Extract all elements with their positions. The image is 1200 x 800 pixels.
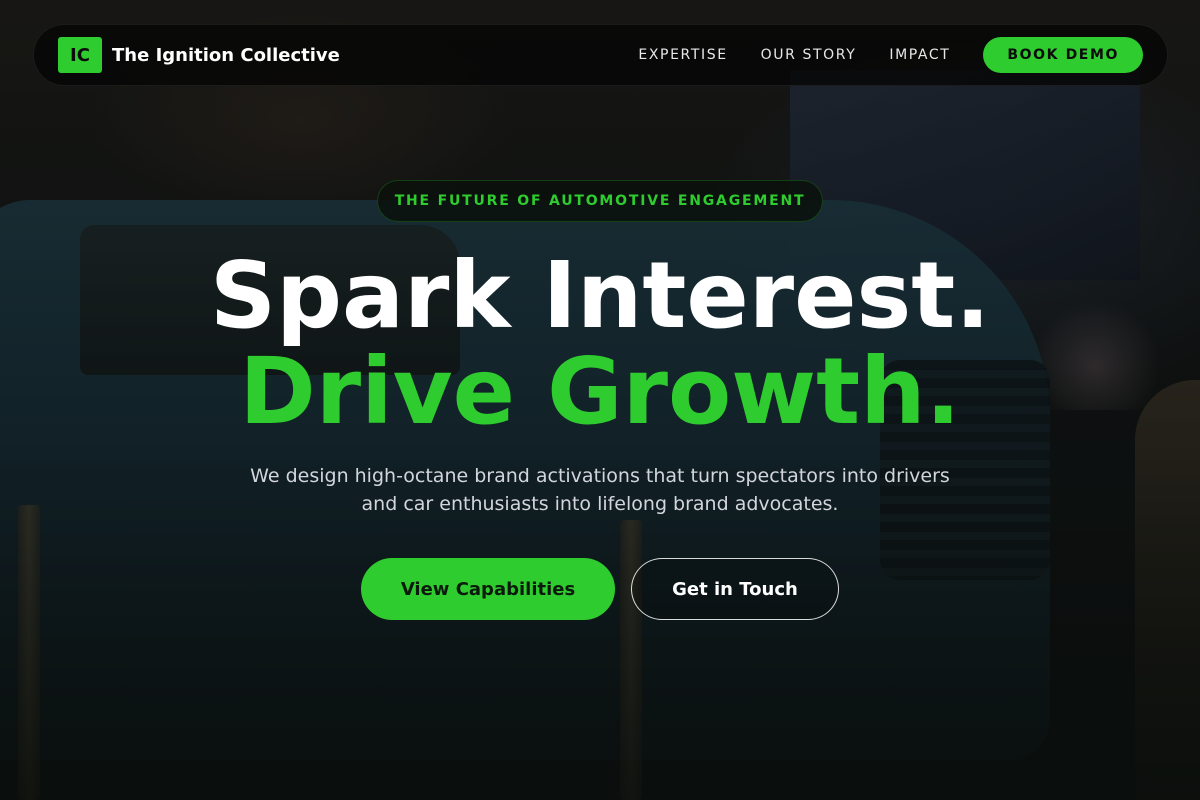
eyebrow-badge: THE FUTURE OF AUTOMOTIVE ENGAGEMENT — [377, 180, 823, 222]
view-capabilities-button[interactable]: View Capabilities — [361, 558, 615, 620]
hero-section: THE FUTURE OF AUTOMOTIVE ENGAGEMENT Spar… — [0, 0, 1200, 800]
headline-line-1: Spark Interest. — [209, 242, 991, 349]
get-in-touch-button[interactable]: Get in Touch — [631, 558, 839, 620]
headline-line-2: Drive Growth. — [239, 338, 961, 445]
hero-subtitle: We design high-octane brand activations … — [250, 465, 950, 515]
